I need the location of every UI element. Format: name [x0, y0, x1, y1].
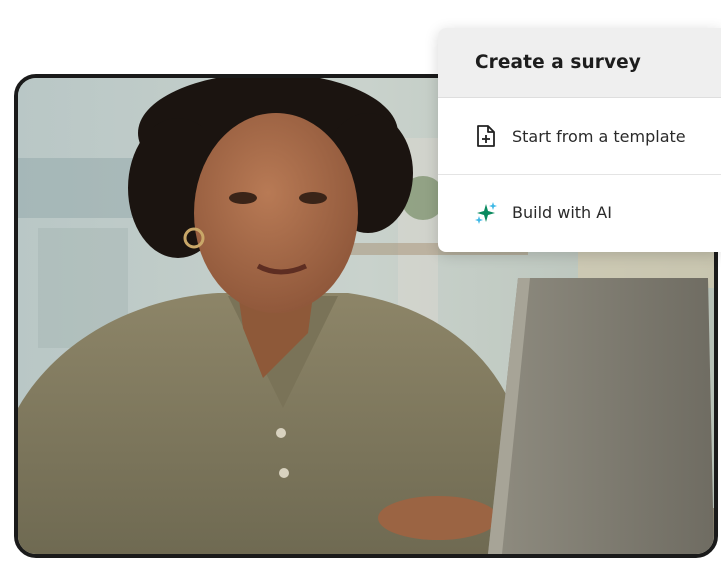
menu-item-start-from-template[interactable]: Start from a template — [438, 98, 721, 174]
survey-promo-stage: Create a survey Start from a template Bu… — [0, 0, 721, 562]
menu-header: Create a survey — [438, 28, 721, 98]
menu-item-label: Build with AI — [512, 203, 612, 222]
menu-item-build-with-ai[interactable]: Build with AI — [438, 174, 721, 250]
sparkle-icon — [474, 201, 498, 225]
menu-item-label: Start from a template — [512, 126, 686, 146]
menu-title: Create a survey — [475, 52, 641, 73]
file-plus-icon — [474, 124, 498, 148]
create-survey-menu: Create a survey Start from a template Bu… — [438, 28, 721, 252]
